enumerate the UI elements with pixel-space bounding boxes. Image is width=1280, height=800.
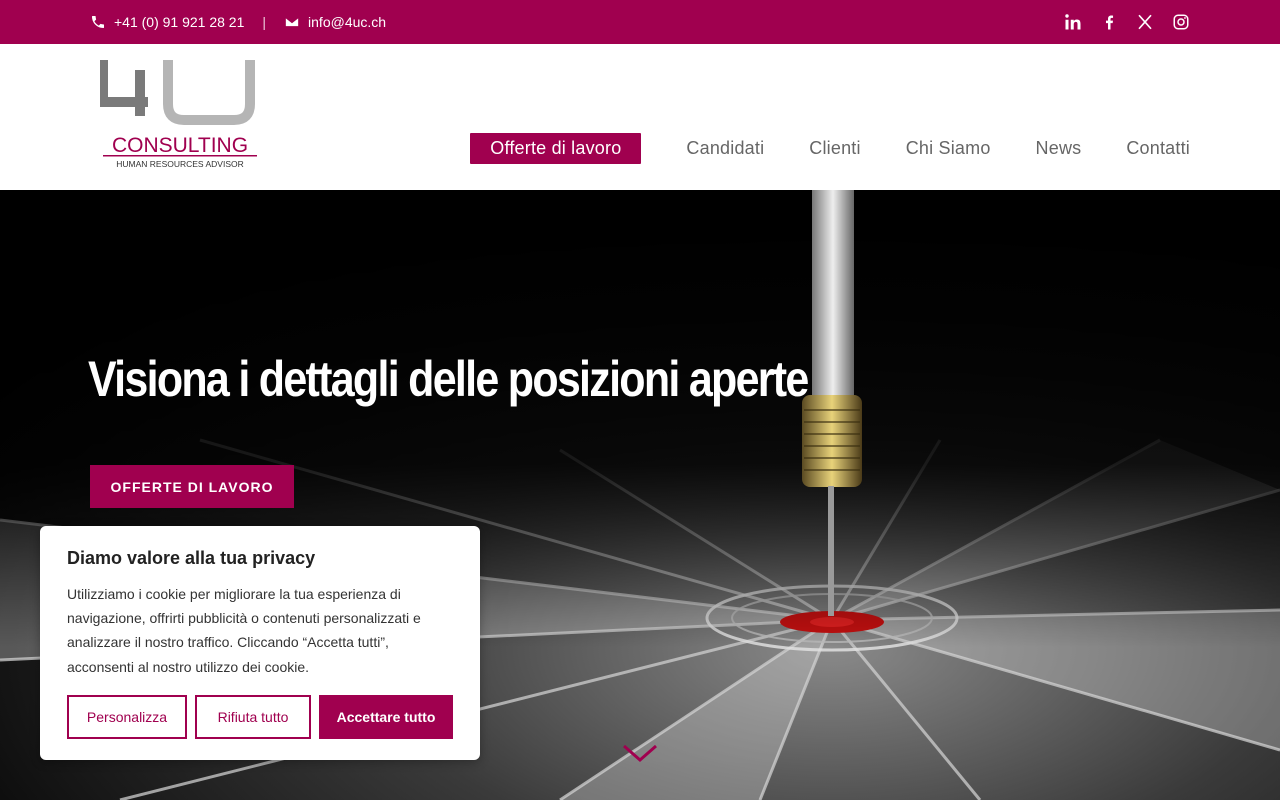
customize-button[interactable]: Personalizza [67,695,187,739]
cookie-title: Diamo valore alla tua privacy [67,548,316,568]
email-address: info@4uc.ch [308,14,387,30]
logo-name: CONSULTING [112,134,248,157]
x-icon[interactable] [1136,13,1154,31]
nav-item-clienti[interactable]: Clienti [809,138,860,159]
accept-all-button[interactable]: Accettare tutto [319,695,453,739]
instagram-icon[interactable] [1172,13,1190,31]
contact-separator: | [262,14,267,30]
social-links [1064,0,1190,44]
job-offers-button[interactable]: OFFERTE DI LAVORO [90,465,294,508]
cookie-consent-dialog: Diamo valore alla tua privacy Utilizziam… [40,526,480,760]
company-logo[interactable]: CONSULTING HUMAN RESOURCES ADVISOR [100,58,260,170]
phone-link[interactable]: +41 (0) 91 921 28 21 [90,14,244,30]
phone-icon [92,16,104,28]
envelope-icon [284,16,300,28]
hero-title: Visiona i dettagli delle posizioni apert… [88,351,809,407]
nav-item-offerte-di-lavoro[interactable]: Offerte di lavoro [470,133,642,164]
nav-item-news[interactable]: News [1036,138,1082,159]
cookie-text: Utilizziamo i cookie per migliorare la t… [67,586,421,675]
nav-item-candidati[interactable]: Candidati [686,138,764,159]
logo-tagline: HUMAN RESOURCES ADVISOR [116,159,244,169]
reject-all-button[interactable]: Rifiuta tutto [195,695,311,739]
phone-number: +41 (0) 91 921 28 21 [114,14,245,30]
chevron-down-icon[interactable] [622,742,658,764]
top-bar: +41 (0) 91 921 28 21 | info@4uc.ch [0,0,1280,44]
nav-item-chi-siamo[interactable]: Chi Siamo [906,138,991,159]
main-nav: Offerte di lavoro Candidati Clienti Chi … [470,133,1190,164]
contact-info: +41 (0) 91 921 28 21 | info@4uc.ch [90,0,386,44]
nav-item-contatti[interactable]: Contatti [1126,138,1190,159]
site-header: CONSULTING HUMAN RESOURCES ADVISOR Offer… [0,44,1280,190]
cookie-buttons: Personalizza Rifiuta tutto Accettare tut… [67,695,453,739]
facebook-icon[interactable] [1100,13,1118,31]
linkedin-icon[interactable] [1064,13,1082,31]
email-link[interactable]: info@4uc.ch [284,14,386,30]
